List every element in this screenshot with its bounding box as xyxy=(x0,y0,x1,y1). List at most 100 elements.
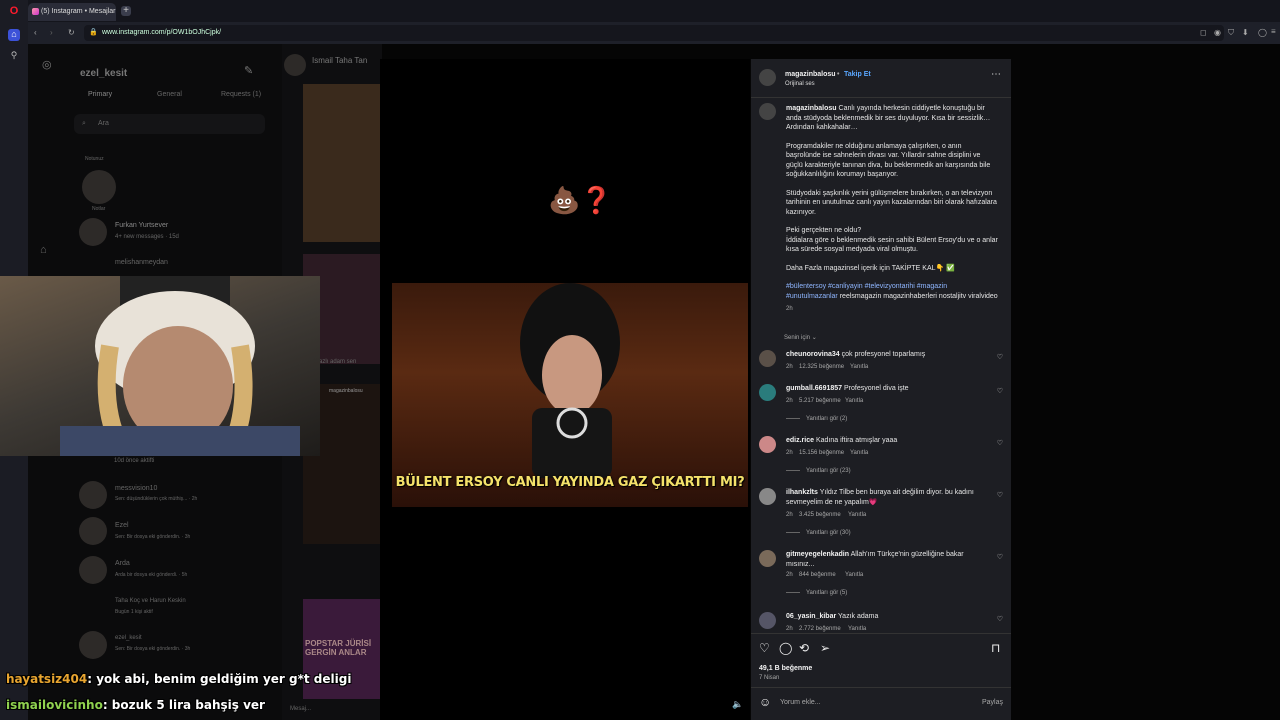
dm-search-input[interactable]: ⌕ Ara xyxy=(74,114,265,134)
post-date: 7 Nisan xyxy=(759,675,780,681)
new-tab-button[interactable]: + xyxy=(121,6,131,16)
heart-icon[interactable]: ♡ xyxy=(997,491,1003,499)
bookmark-icon[interactable]: ⊓ xyxy=(991,641,1000,655)
comment-likes[interactable]: 5.217 beğenme xyxy=(799,398,841,404)
shared-reel-thumbnail[interactable] xyxy=(303,84,383,242)
like-heart-icon[interactable]: ♡ xyxy=(759,641,770,655)
instagram-logo-icon[interactable]: ◎ xyxy=(42,58,52,71)
thread-name[interactable]: Taha Koç ve Harun Keskin xyxy=(115,598,186,604)
thread-name[interactable]: Furkan Yurtsever xyxy=(115,222,168,229)
tab-instagram[interactable]: (5) Instagram • Mesajlar xyxy=(28,3,116,21)
post-account[interactable]: magazinbalosu xyxy=(785,71,836,78)
comment-sort-dropdown[interactable]: Senin için ⌄ xyxy=(784,334,817,341)
video-frame: BÜLENT ERSOY CANLI YAYINDA GAZ ÇIKARTTI … xyxy=(392,283,748,507)
heart-icon[interactable]: ♡ xyxy=(997,553,1003,561)
thread-avatar[interactable] xyxy=(79,481,107,509)
reply-button[interactable]: Yanıtla xyxy=(848,626,866,632)
compose-icon[interactable]: ✎ xyxy=(244,64,253,77)
chat-message: ismailovicinho: bozuk 5 lira bahşiş ver xyxy=(6,698,265,712)
tab-general[interactable]: General xyxy=(157,91,182,98)
mute-icon[interactable]: 🔈 xyxy=(732,699,743,710)
thread-avatar[interactable] xyxy=(79,556,107,584)
streamer-webcam xyxy=(0,276,320,456)
screenshot-icon[interactable]: ◻ xyxy=(1200,28,1207,37)
comment-likes[interactable]: 2.772 beğenme xyxy=(799,626,841,632)
reply-button[interactable]: Yanıtla xyxy=(850,450,868,456)
comment-input[interactable]: Yorum ekle... xyxy=(780,699,821,706)
view-replies-button[interactable]: Yanıtları gör (5) xyxy=(786,590,847,596)
tab-primary[interactable]: Primary xyxy=(88,91,112,98)
comment-user[interactable]: 06_yasin_kibar xyxy=(786,613,836,620)
thread-header-name[interactable]: Ismail Taha Tan xyxy=(312,56,367,65)
commenter-avatar[interactable] xyxy=(759,612,776,629)
reply-button[interactable]: Yanıtla xyxy=(848,512,866,518)
menu-icon[interactable]: ≡ xyxy=(1271,27,1276,36)
home-icon[interactable]: ⌂ xyxy=(8,29,20,41)
forward-icon[interactable]: › xyxy=(50,28,53,37)
comment-likes[interactable]: 12.325 beğenme xyxy=(799,364,844,370)
heart-icon[interactable]: ♡ xyxy=(997,387,1003,395)
shield-icon[interactable]: ⛉ xyxy=(1228,28,1234,38)
post-caption: magazinbalosu Canlı yayında herkesin cid… xyxy=(786,104,998,315)
heart-icon[interactable]: ♡ xyxy=(997,615,1003,623)
pinboard-icon[interactable]: ⚲ xyxy=(8,50,20,62)
home-nav-icon[interactable]: ⌂ xyxy=(40,244,47,256)
caption-avatar[interactable] xyxy=(759,103,776,120)
dm-username[interactable]: ezel_kesit xyxy=(80,68,127,79)
opera-logo-icon[interactable]: O xyxy=(8,5,20,17)
commenter-avatar[interactable] xyxy=(759,436,776,453)
download-icon[interactable]: ⬇ xyxy=(1242,28,1249,37)
comment-likes[interactable]: 3.425 beğenme xyxy=(799,512,841,518)
tab-requests[interactable]: Requests (1) xyxy=(221,91,261,98)
commenter-avatar[interactable] xyxy=(759,550,776,567)
post-avatar[interactable] xyxy=(759,69,776,86)
profile-icon[interactable]: ◯ xyxy=(1258,28,1267,37)
thread-name[interactable]: Arda xyxy=(115,560,130,567)
comment-user[interactable]: cheunorovina34 xyxy=(786,351,840,358)
view-replies-button[interactable]: Yanıtları gör (23) xyxy=(786,468,851,474)
likes-total[interactable]: 49,1 B beğenme xyxy=(759,665,812,672)
comment-user[interactable]: ilhankzlts xyxy=(786,489,818,496)
browser-toolbar: ‹ › ↻ 🔒 www.instagram.com/p/OW1bOJhCjpk/… xyxy=(28,22,1280,44)
thread-name[interactable]: Ezel xyxy=(115,522,129,529)
notes-label: Notunuz xyxy=(85,156,104,162)
reply-button[interactable]: Yanıtla xyxy=(850,364,868,370)
more-options-icon[interactable]: ⋯ xyxy=(991,69,1001,80)
thread-header-avatar[interactable] xyxy=(284,54,306,76)
caption-paragraph: Peki gerçekten ne oldu? xyxy=(786,227,862,234)
view-replies-button[interactable]: Yanıtları gör (30) xyxy=(786,530,851,536)
comment-likes[interactable]: 15.156 beğenme xyxy=(799,450,844,456)
comment-likes[interactable]: 844 beğenme xyxy=(799,572,836,578)
comment-user[interactable]: gitmeyegelenkadin xyxy=(786,551,849,558)
comment-icon[interactable]: ◯ xyxy=(779,641,792,655)
camera-icon[interactable]: ◉ xyxy=(1214,28,1221,37)
commenter-avatar[interactable] xyxy=(759,384,776,401)
share-icon[interactable]: ➢ xyxy=(820,641,830,655)
reload-icon[interactable]: ↻ xyxy=(68,28,75,37)
caption-account[interactable]: magazinbalosu xyxy=(786,105,837,112)
thread-name[interactable]: ezel_kesit xyxy=(115,635,142,641)
emoji-icon[interactable]: ☺ xyxy=(759,695,771,709)
follow-button[interactable]: Takip Et xyxy=(844,71,871,78)
back-icon[interactable]: ‹ xyxy=(34,28,37,37)
thread-name[interactable]: melishanmeydan xyxy=(115,259,168,266)
thread-name[interactable]: messvision10 xyxy=(115,485,157,492)
post-comment-button[interactable]: Paylaş xyxy=(982,699,1003,706)
commenter-avatar[interactable] xyxy=(759,488,776,505)
thread-avatar[interactable] xyxy=(79,631,107,659)
reply-button[interactable]: Yanıtla xyxy=(845,398,863,404)
view-replies-button[interactable]: Yanıtları gör (2) xyxy=(786,416,847,422)
address-bar[interactable]: 🔒 www.instagram.com/p/OW1bOJhCjpk/ xyxy=(84,25,1224,41)
note-avatar[interactable] xyxy=(82,170,116,204)
thread-avatar[interactable] xyxy=(79,517,107,545)
comment-user[interactable]: ediz.rice xyxy=(786,437,814,444)
heart-icon[interactable]: ♡ xyxy=(997,353,1003,361)
comment-user[interactable]: gumball.6691857 xyxy=(786,385,842,392)
audio-label[interactable]: Orijinal ses xyxy=(785,81,815,87)
thread-avatar[interactable] xyxy=(79,218,107,246)
reel-video-player[interactable]: 💩❓ BÜLENT ERSOY CANLI YAYINDA GAZ ÇIKART… xyxy=(380,59,750,720)
repost-icon[interactable]: ⟲ xyxy=(799,641,809,655)
reply-button[interactable]: Yanıtla xyxy=(845,572,863,578)
commenter-avatar[interactable] xyxy=(759,350,776,367)
heart-icon[interactable]: ♡ xyxy=(997,439,1003,447)
